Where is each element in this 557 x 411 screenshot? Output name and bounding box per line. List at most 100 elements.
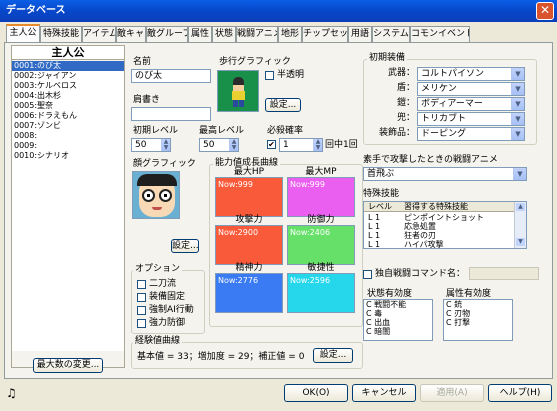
tab-3[interactable]: 敵キャラ <box>116 26 146 42</box>
option-checkbox[interactable] <box>137 280 146 289</box>
skills-table[interactable]: レベル 習得する特殊技能 L 1 ピンポイントショット L 1 応急処置 L 1 狂者の刃… <box>363 201 527 249</box>
equip-select[interactable]: トリカブト ▼ <box>417 112 525 126</box>
title-input[interactable] <box>131 107 211 121</box>
crit-rate-input[interactable]: 1 ▲ ▼ <box>279 138 323 152</box>
state-eff-item[interactable]: C 暗闇 <box>364 327 432 336</box>
character-list[interactable]: 0001:のび太 0002:ジャイアン 0003:ケルベロス 0004:出木杉 0005… <box>12 61 124 351</box>
tab-12[interactable]: コモンイベント <box>410 26 470 42</box>
stat-curve-box[interactable]: Now:2776 <box>215 273 283 313</box>
attr-eff-item[interactable]: C 打撃 <box>444 318 512 327</box>
title-label: 肩書き <box>133 95 161 105</box>
chevron-down-icon[interactable]: ▼ <box>511 128 524 140</box>
tab-1[interactable]: 特殊技能 <box>40 26 82 42</box>
equip-slot-label: 兜： <box>396 113 415 123</box>
skill-level: L 1 <box>368 240 381 249</box>
list-item[interactable]: 0003:ケルベロス <box>12 81 124 91</box>
ok-button[interactable]: OK(O) <box>284 384 348 402</box>
tab-7[interactable]: 戦闘アニメ <box>236 26 278 42</box>
face-set-button[interactable]: 設定... <box>171 239 199 253</box>
tab-2[interactable]: アイテム <box>82 26 116 42</box>
equip-select[interactable]: ボディアーマー ▼ <box>417 97 525 111</box>
close-button[interactable]: ✕ <box>536 2 554 20</box>
walk-graphic-preview[interactable] <box>217 70 259 112</box>
chevron-down-icon[interactable]: ▼ <box>511 83 524 95</box>
state-eff-item[interactable]: C 出血 <box>364 318 432 327</box>
state-eff-list[interactable]: C 戦闘不能 C 毒C 出血 C 暗闇 <box>363 299 433 341</box>
battle-cmd-input[interactable] <box>469 267 539 280</box>
apply-button[interactable]: 適用(A) <box>420 384 484 402</box>
name-input[interactable]: のび太 <box>131 69 211 83</box>
spinner-icon[interactable]: ▲ ▼ <box>229 139 238 151</box>
skill-row[interactable]: L 1 ハイパ攻撃 <box>364 240 514 249</box>
init-level-input[interactable]: 50 ▲ ▼ <box>131 138 171 152</box>
attr-eff-item[interactable]: C 刃物 <box>444 309 512 318</box>
list-item[interactable]: 0001:のび太 <box>12 61 124 71</box>
stat-value: Now:999 <box>290 180 325 189</box>
tab-10[interactable]: 用語 <box>348 26 372 42</box>
tab-6[interactable]: 状態 <box>212 26 236 42</box>
stat-curve-box[interactable]: Now:2900 <box>215 225 283 265</box>
chevron-down-icon[interactable]: ▼ <box>511 98 524 110</box>
crit-rate-label: 必殺確率 <box>267 126 304 136</box>
attr-eff-item[interactable]: C 銃 <box>444 300 512 309</box>
tab-8[interactable]: 地形 <box>278 26 302 42</box>
state-eff-item[interactable]: C 毒 <box>364 309 432 318</box>
battle-cmd-checkbox[interactable] <box>363 270 372 279</box>
equip-select[interactable]: メリケン ▼ <box>417 82 525 96</box>
skill-row[interactable]: L 1 応急処置 <box>364 222 514 231</box>
col-skill: 習得する特殊技能 <box>404 202 468 211</box>
help-button[interactable]: ヘルプ(H) <box>488 384 552 402</box>
list-item[interactable]: 0010:シナリオ <box>12 151 124 161</box>
music-note-icon: ♫ <box>6 386 17 400</box>
skill-name: ピンポイントショット <box>404 213 484 222</box>
spinner-icon[interactable]: ▲ ▼ <box>161 139 170 151</box>
chevron-up-icon[interactable]: ▲ <box>516 203 525 211</box>
list-item[interactable]: 0002:ジャイアン <box>12 71 124 81</box>
chevron-down-icon[interactable]: ▼ <box>511 113 524 125</box>
option-checkbox[interactable] <box>137 293 146 302</box>
cancel-button[interactable]: キャンセル <box>352 384 416 402</box>
face-graphic-preview[interactable] <box>132 171 180 219</box>
equip-value: コルトパイソン <box>421 69 485 79</box>
max-level-input[interactable]: 50 ▲ ▼ <box>199 138 239 152</box>
stat-curve-box[interactable]: Now:2596 <box>287 273 355 313</box>
list-item[interactable]: 0004:出木杉 <box>12 91 124 101</box>
list-item[interactable]: 0006:ドラえもん <box>12 111 124 121</box>
list-item[interactable]: 0005:聖奈 <box>12 101 124 111</box>
stat-value: Now:2900 <box>218 228 259 237</box>
list-item[interactable]: 0007:ゾンビ <box>12 121 124 131</box>
walk-set-button[interactable]: 設定... <box>265 98 301 112</box>
crit-checkbox[interactable]: ✔ <box>267 140 276 149</box>
attr-eff-list[interactable]: C 銃C 刃物 C 打撃 <box>443 299 513 341</box>
option-checkbox[interactable] <box>137 306 146 315</box>
equip-value: ボディアーマー <box>421 99 483 109</box>
skill-row[interactable]: L 1 狂者の刃 <box>364 231 514 240</box>
skills-header: レベル 習得する特殊技能 <box>364 202 514 212</box>
equip-select[interactable]: コルトパイソン ▼ <box>417 67 525 81</box>
chevron-down-icon[interactable]: ▼ <box>513 168 526 180</box>
exp-set-button[interactable]: 設定... <box>313 348 353 363</box>
tab-4[interactable]: 敵グループ <box>146 26 188 42</box>
stat-curve-box[interactable]: Now:999 <box>215 177 283 217</box>
equip-select[interactable]: ドーピング ▼ <box>417 127 525 141</box>
tab-0[interactable]: 主人公 <box>6 24 40 43</box>
state-eff-item[interactable]: C 戦闘不能 <box>364 300 432 309</box>
chevron-down-icon[interactable]: ▼ <box>511 68 524 80</box>
list-item[interactable]: 0008: <box>12 131 124 141</box>
option-checkbox[interactable] <box>137 319 146 328</box>
chevron-down-icon[interactable]: ▼ <box>516 238 525 246</box>
translucent-checkbox[interactable] <box>265 71 274 80</box>
stat-curve-box[interactable]: Now:999 <box>287 177 355 217</box>
list-item[interactable]: 0009: <box>12 141 124 151</box>
equip-label: 初期装備 <box>367 53 408 64</box>
tab-9[interactable]: チップセット <box>302 26 348 42</box>
stat-curve-box[interactable]: Now:2406 <box>287 225 355 265</box>
equip-value: トリカブト <box>421 114 467 124</box>
skill-row[interactable]: L 1 ピンポイントショット <box>364 213 514 222</box>
tab-5[interactable]: 属性 <box>188 26 212 42</box>
skills-scrollbar[interactable]: ▲ ▼ <box>514 202 526 248</box>
tab-11[interactable]: システム <box>372 26 410 42</box>
change-max-button[interactable]: 最大数の変更... <box>33 358 103 373</box>
unarmed-anim-select[interactable]: 首飛ぶ ▼ <box>363 167 527 181</box>
spinner-icon[interactable]: ▲ ▼ <box>313 139 322 151</box>
